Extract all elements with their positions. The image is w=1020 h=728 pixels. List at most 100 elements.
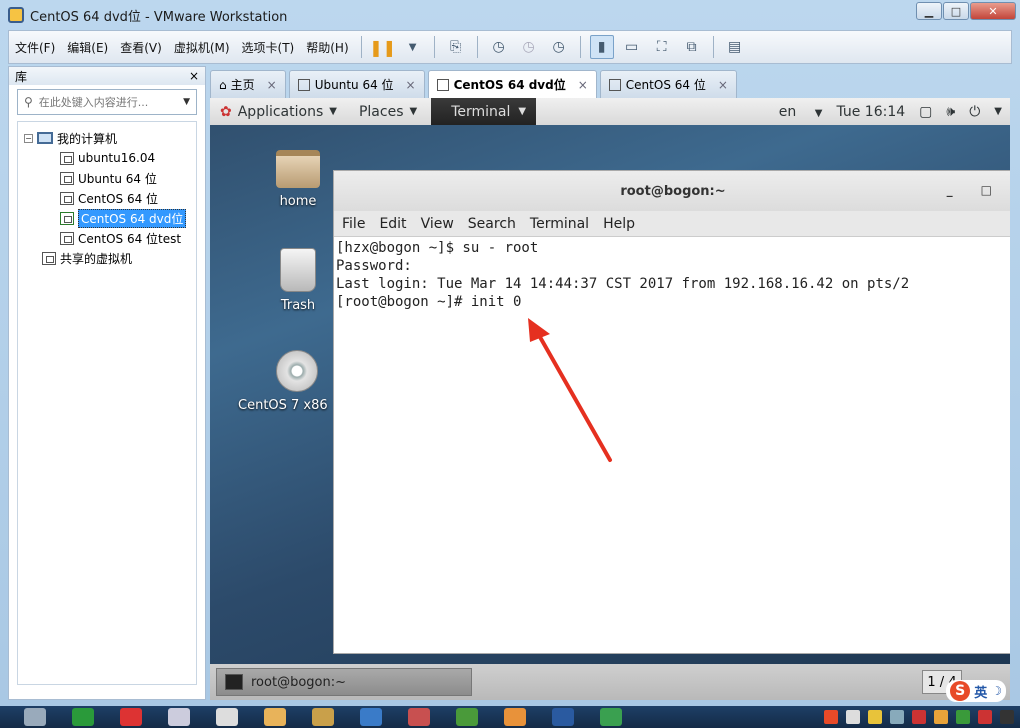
tray-icon[interactable] — [868, 710, 882, 724]
vm-icon — [297, 78, 310, 91]
tray-icon[interactable] — [1000, 710, 1014, 724]
vm-running-icon — [60, 211, 74, 225]
input-lang-indicator[interactable]: en ▼ — [765, 104, 823, 120]
tab-home[interactable]: ⌂ 主页 × — [210, 70, 286, 98]
tab-close-icon[interactable]: × — [406, 78, 416, 92]
minimize-button[interactable]: ▁ — [916, 2, 942, 20]
terminal-output[interactable]: [hzx@bogon ~]$ su - root Password: Last lo… — [334, 237, 1010, 313]
taskbar-app-icon[interactable] — [162, 706, 196, 728]
collapse-icon[interactable]: − — [24, 133, 33, 143]
menu-help[interactable]: 帮助(H) — [300, 39, 354, 56]
chevron-down-icon[interactable]: ▼ — [994, 106, 1002, 117]
vm-icon — [436, 78, 449, 91]
snapshot-manager-icon[interactable]: ◷ — [547, 35, 571, 59]
tray-icon[interactable] — [824, 710, 838, 724]
ime-language[interactable]: 英 — [974, 682, 987, 701]
library-search[interactable]: ⚲ ▼ — [17, 89, 197, 115]
taskbar-app-icon[interactable] — [66, 706, 100, 728]
send-keys-icon[interactable]: ⎘ — [444, 35, 468, 59]
terminal-menu-edit[interactable]: Edit — [379, 216, 406, 232]
maximize-button[interactable]: □ — [943, 2, 969, 20]
guest-display[interactable]: ✿ Applications ▼ Places ▼ Terminal ▼ en … — [210, 98, 1010, 664]
gnome-top-bar: ✿ Applications ▼ Places ▼ Terminal ▼ en … — [210, 98, 1010, 125]
terminal-line: [root@bogon ~]# init 0 — [336, 294, 522, 310]
moon-icon[interactable]: ☽ — [991, 684, 1002, 698]
desktop-icon-home[interactable]: home — [250, 150, 346, 209]
taskbar-app-icon[interactable] — [594, 706, 628, 728]
power-icon[interactable]: ⏻ — [969, 104, 980, 120]
taskbar-app-icon[interactable] — [546, 706, 580, 728]
window-switcher-icon[interactable]: ▢ — [919, 104, 932, 120]
chevron-down-icon[interactable]: ▼ — [183, 97, 190, 107]
menu-tabs[interactable]: 选项卡(T) — [236, 39, 301, 56]
guest-bottom-panel: root@bogon:~ 1 / 4 — [210, 664, 1010, 700]
taskbar-app-icon[interactable] — [114, 706, 148, 728]
terminal-app-menu[interactable]: Terminal ▼ — [431, 98, 537, 125]
terminal-menu-search[interactable]: Search — [468, 216, 516, 232]
guest-task-terminal[interactable]: root@bogon:~ — [216, 668, 472, 696]
thumbnail-bar-icon[interactable]: ▭ — [620, 35, 644, 59]
computer-icon — [37, 132, 53, 144]
library-close-icon[interactable]: × — [189, 69, 199, 83]
unity-icon[interactable]: ⧉ — [680, 35, 704, 59]
menu-edit[interactable]: 编辑(E) — [61, 39, 114, 56]
taskbar-app-icon[interactable] — [258, 706, 292, 728]
tab-centos-64[interactable]: CentOS 64 位 × — [599, 70, 737, 98]
ime-toolbar[interactable]: S 英 ☽ — [946, 680, 1006, 702]
terminal-menu-help[interactable]: Help — [603, 216, 635, 232]
menu-file[interactable]: 文件(F) — [9, 39, 61, 56]
taskbar-app-icon[interactable] — [354, 706, 388, 728]
close-button[interactable]: ✕ — [970, 2, 1016, 20]
tray-icon[interactable] — [912, 710, 926, 724]
terminal-menu-terminal[interactable]: Terminal — [530, 216, 589, 232]
terminal-titlebar[interactable]: root@bogon:~ _ □ — [334, 171, 1010, 211]
terminal-maximize-button[interactable]: □ — [981, 183, 992, 197]
tree-item-vm-selected[interactable]: CentOS 64 dvd位 — [18, 208, 196, 228]
tree-item-vm[interactable]: CentOS 64 位test — [18, 228, 196, 248]
tab-ubuntu-64[interactable]: Ubuntu 64 位 × — [288, 70, 425, 98]
applications-menu[interactable]: ✿ Applications ▼ — [220, 104, 337, 120]
snapshot-take-icon[interactable]: ◷ — [487, 35, 511, 59]
tab-close-icon[interactable]: × — [267, 78, 277, 92]
disc-icon — [276, 350, 318, 392]
library-search-input[interactable] — [38, 95, 184, 109]
pause-icon[interactable]: ❚❚ — [369, 35, 396, 59]
tree-item-vm[interactable]: CentOS 64 位 — [18, 188, 196, 208]
taskbar-app-icon[interactable] — [402, 706, 436, 728]
tab-centos-dvd[interactable]: CentOS 64 dvd位 × — [427, 70, 597, 98]
fullscreen-icon[interactable]: ⛶ — [650, 35, 674, 59]
snapshot-revert-icon[interactable]: ◷ — [517, 35, 541, 59]
terminal-icon — [225, 674, 243, 690]
taskbar-app-icon[interactable] — [18, 706, 52, 728]
menu-vm[interactable]: 虚拟机(M) — [168, 39, 236, 56]
terminal-minimize-button[interactable]: _ — [947, 183, 953, 197]
terminal-menu-file[interactable]: File — [342, 216, 365, 232]
places-menu[interactable]: Places ▼ — [359, 104, 417, 120]
vm-tab-bar: ⌂ 主页 × Ubuntu 64 位 × CentOS 64 dvd位 × Ce… — [210, 70, 1012, 98]
tray-icon[interactable] — [978, 710, 992, 724]
tree-item-shared-vms[interactable]: 共享的虚拟机 — [18, 248, 196, 268]
taskbar-app-icon[interactable] — [498, 706, 532, 728]
clock[interactable]: Tue 16:14 — [836, 104, 905, 120]
tray-icon[interactable] — [934, 710, 948, 724]
volume-icon[interactable]: 🕪 — [946, 104, 955, 120]
tree-item-vm[interactable]: ubuntu16.04 — [18, 148, 196, 168]
taskbar-app-icon[interactable] — [306, 706, 340, 728]
tray-icon[interactable] — [846, 710, 860, 724]
tray-icon[interactable] — [956, 710, 970, 724]
windows-taskbar — [0, 706, 1020, 728]
sidebar-toggle-icon[interactable]: ▮ — [589, 35, 614, 59]
tab-close-icon[interactable]: × — [718, 78, 728, 92]
menu-view[interactable]: 查看(V) — [114, 39, 168, 56]
terminal-menu-view[interactable]: View — [421, 216, 454, 232]
tree-item-vm[interactable]: Ubuntu 64 位 — [18, 168, 196, 188]
tab-close-icon[interactable]: × — [578, 78, 588, 92]
tray-icon[interactable] — [890, 710, 904, 724]
chevron-down-icon: ▼ — [329, 106, 337, 117]
chevron-down-icon[interactable]: ▼ — [401, 35, 425, 59]
console-view-icon[interactable]: ▤ — [723, 35, 747, 59]
taskbar-app-icon[interactable] — [210, 706, 244, 728]
taskbar-app-icon[interactable] — [450, 706, 484, 728]
tree-item-my-computer[interactable]: − 我的计算机 — [18, 128, 196, 148]
desktop-icon-trash[interactable]: Trash — [250, 248, 346, 313]
